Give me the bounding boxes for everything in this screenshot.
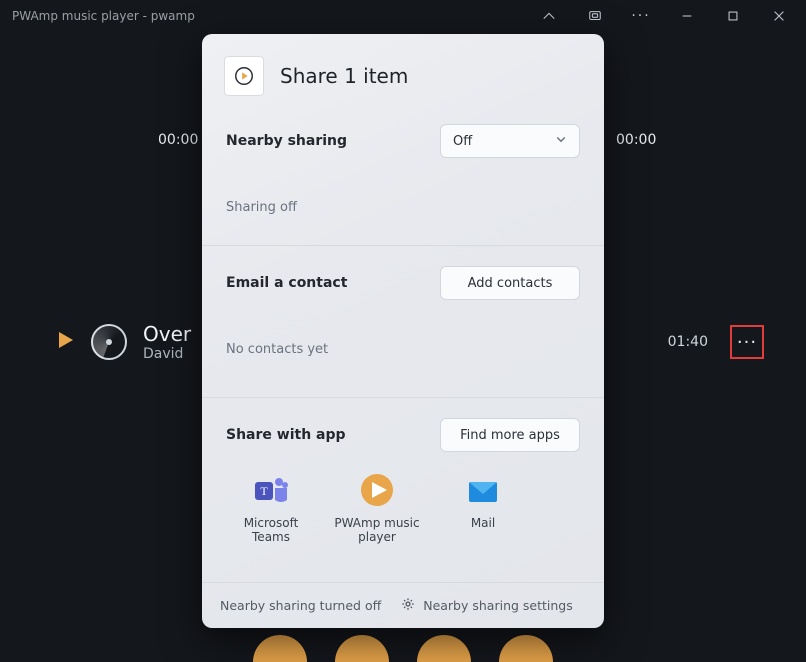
app-menu-button[interactable]: ··· (618, 0, 664, 32)
title-bar: PWAmp music player - pwamp ··· (0, 0, 806, 32)
share-item-icon (224, 56, 264, 96)
player-control-button[interactable] (335, 635, 389, 662)
track-more-button[interactable]: ··· (730, 325, 764, 359)
pwamp-icon (357, 470, 397, 510)
share-with-app-section: Share with app Find more apps T Microsof… (202, 397, 604, 554)
share-app-pwamp[interactable]: PWAmp music player (332, 470, 422, 544)
player-control-button[interactable] (499, 635, 553, 662)
play-icon (55, 330, 75, 354)
email-contact-label: Email a contact (226, 275, 347, 291)
svg-text:T: T (260, 484, 268, 498)
track-title: Over (143, 322, 191, 346)
minimize-button[interactable] (664, 0, 710, 32)
footer-nearby-settings[interactable]: Nearby sharing settings (401, 597, 573, 614)
email-contact-section: Email a contact Add contacts No contacts… (202, 245, 604, 397)
track-duration: 01:40 (668, 334, 708, 350)
total-time: 00:00 (616, 132, 656, 148)
minimize-icon (680, 9, 694, 23)
track-artist: David (143, 346, 191, 362)
track-info: Over David (143, 322, 191, 362)
share-app-label: Microsoft Teams (226, 516, 316, 544)
disc-icon (91, 324, 127, 360)
share-dialog-footer: Nearby sharing turned off Nearby sharing… (202, 582, 604, 628)
close-button[interactable] (756, 0, 802, 32)
add-contacts-button[interactable]: Add contacts (440, 266, 580, 300)
chevron-up-icon (542, 9, 556, 23)
ellipsis-icon: ··· (631, 8, 650, 24)
nearby-sharing-status: Sharing off (226, 200, 580, 215)
footer-nearby-status[interactable]: Nearby sharing turned off (220, 598, 381, 613)
maximize-button[interactable] (710, 0, 756, 32)
teams-icon: T (251, 470, 291, 510)
share-with-app-label: Share with app (226, 427, 346, 443)
chevron-down-icon (555, 133, 567, 149)
share-dialog: Share 1 item Nearby sharing Off Sharing … (202, 34, 604, 628)
share-dialog-header: Share 1 item (202, 34, 604, 104)
find-more-apps-button[interactable]: Find more apps (440, 418, 580, 452)
player-control-button[interactable] (253, 635, 307, 662)
caret-up-button[interactable] (526, 0, 572, 32)
share-dialog-body: Nearby sharing Off Sharing off Email a c… (202, 104, 604, 582)
share-apps-list: T Microsoft Teams PWAmp music player (226, 470, 580, 544)
cast-icon (588, 9, 602, 23)
window-title: PWAmp music player - pwamp (12, 9, 526, 23)
elapsed-time: 00:00 (158, 132, 198, 148)
player-control-button[interactable] (417, 635, 471, 662)
share-app-label: Mail (471, 516, 495, 530)
track-row[interactable]: Over David (55, 322, 191, 362)
nearby-sharing-value: Off (453, 134, 472, 149)
ellipsis-icon: ··· (737, 332, 757, 353)
app-window: PWAmp music player - pwamp ··· 00:00 00:… (0, 0, 806, 662)
share-dialog-title: Share 1 item (280, 64, 408, 88)
share-app-label: PWAmp music player (332, 516, 422, 544)
mail-icon (463, 470, 503, 510)
share-app-mail[interactable]: Mail (438, 470, 528, 544)
gear-icon (401, 597, 415, 614)
nearby-sharing-section: Nearby sharing Off Sharing off (202, 104, 604, 245)
share-app-teams[interactable]: T Microsoft Teams (226, 470, 316, 544)
nearby-sharing-label: Nearby sharing (226, 133, 347, 149)
email-contact-status: No contacts yet (226, 342, 580, 357)
nearby-sharing-select[interactable]: Off (440, 124, 580, 158)
cast-button[interactable] (572, 0, 618, 32)
maximize-icon (726, 9, 740, 23)
close-icon (772, 9, 786, 23)
